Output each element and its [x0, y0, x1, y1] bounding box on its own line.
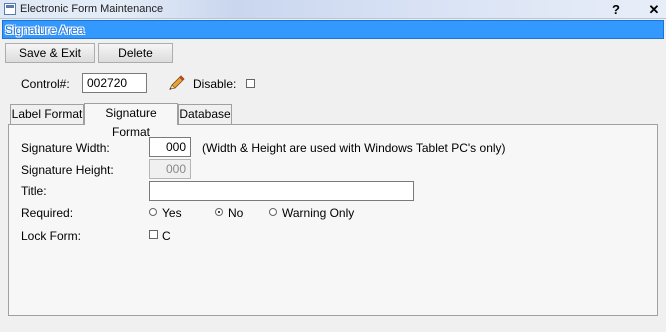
delete-button[interactable]: Delete	[98, 43, 173, 63]
tab-label-format[interactable]: Label Format	[10, 104, 84, 125]
tab-database[interactable]: Database	[178, 104, 232, 125]
lock-form-checkbox[interactable]	[149, 230, 158, 239]
required-yes-label[interactable]: Yes	[162, 206, 182, 220]
lock-form-label: Lock Form:	[21, 229, 82, 243]
signature-height-label: Signature Height:	[21, 163, 114, 177]
close-button[interactable]: ✕	[641, 1, 666, 18]
pencil-edit-icon[interactable]	[166, 74, 186, 92]
title-bar: Electronic Form Maintenance ? ✕	[0, 0, 666, 19]
signature-width-field[interactable]: 000	[149, 137, 191, 157]
save-exit-button[interactable]: Save & Exit	[5, 43, 95, 63]
help-button[interactable]: ?	[603, 1, 629, 18]
signature-height-field: 000	[149, 159, 191, 179]
window-title: Electronic Form Maintenance	[20, 3, 164, 15]
title-field[interactable]	[149, 181, 414, 201]
required-label: Required:	[21, 206, 74, 220]
control-number-field[interactable]: 002720	[82, 73, 147, 93]
title-label: Title:	[21, 184, 47, 198]
app-window-icon	[4, 3, 16, 15]
required-warning-radio[interactable]	[269, 208, 277, 216]
signature-width-label: Signature Width:	[21, 141, 110, 155]
required-yes-radio[interactable]	[149, 208, 157, 216]
disable-label: Disable:	[193, 77, 237, 91]
signature-size-note: (Width & Height are used with Windows Ta…	[202, 141, 506, 155]
control-number-label: Control#:	[21, 77, 70, 91]
banner-title: Signature Area	[5, 23, 85, 37]
disable-checkbox[interactable]	[246, 79, 255, 88]
tab-signature-format[interactable]: Signature Format	[84, 103, 178, 139]
required-no-label[interactable]: No	[228, 206, 243, 220]
required-warning-label[interactable]: Warning Only	[282, 206, 354, 220]
required-no-radio[interactable]	[215, 208, 223, 216]
lock-form-checkbox-text: C	[162, 229, 171, 243]
section-banner: Signature Area	[2, 20, 664, 39]
